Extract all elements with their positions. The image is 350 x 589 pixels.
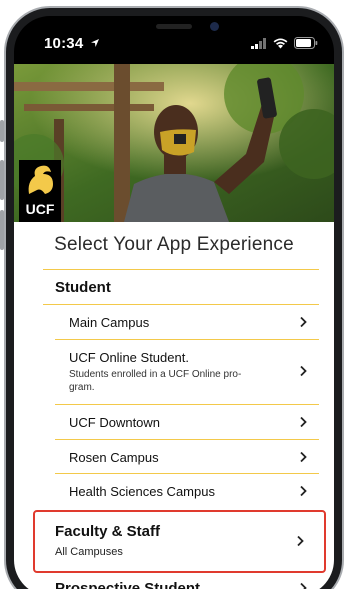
status-bar: 10:34 xyxy=(14,16,334,64)
chevron-right-icon xyxy=(300,416,307,428)
ucf-logo: UCF xyxy=(19,160,61,222)
chevron-right-icon xyxy=(300,365,307,377)
chevron-right-icon xyxy=(300,451,307,463)
faculty-staff-heading: Faculty & Staff xyxy=(55,523,161,540)
notch xyxy=(112,16,236,44)
list-item-ucf-downtown[interactable]: UCF Downtown xyxy=(55,405,319,440)
hero-image: UCF xyxy=(14,64,334,222)
chevron-right-icon xyxy=(300,582,307,589)
list-item-ucf-online[interactable]: UCF Online Student. Students enrolled in… xyxy=(55,340,319,405)
list-item-main-campus[interactable]: Main Campus xyxy=(55,305,319,340)
chevron-right-icon xyxy=(297,535,304,547)
pegasus-icon xyxy=(28,165,53,194)
experience-list: Student Main Campus UCF Online Student. … xyxy=(43,269,319,508)
faculty-staff-option[interactable]: Faculty & Staff All Campuses xyxy=(33,510,326,573)
chevron-right-icon xyxy=(300,316,307,328)
list-item-health-sciences-campus[interactable]: Health Sciences Campus xyxy=(55,474,319,508)
status-icons xyxy=(251,37,318,49)
prospective-student-option[interactable]: Prospective Student xyxy=(43,574,319,589)
speaker-grill xyxy=(156,24,192,29)
hero-photo xyxy=(14,64,334,222)
status-time: 10:34 xyxy=(44,35,100,52)
app-experience-panel: Select Your App Experience Student Main … xyxy=(14,222,334,589)
location-arrow-icon xyxy=(90,39,99,47)
list-item-label: UCF Downtown xyxy=(69,415,161,430)
wifi-icon xyxy=(273,38,288,48)
list-item-label: Health Sciences Campus xyxy=(69,484,215,499)
phone-screen: UCF 10:34 Select Your App Experience Stu… xyxy=(14,16,334,589)
ucf-logo-text: UCF xyxy=(25,201,55,217)
status-time-text: 10:34 xyxy=(44,35,84,52)
list-item-label: UCF Online Student. xyxy=(69,350,189,365)
chevron-right-icon xyxy=(300,485,307,497)
list-item-description: Students enrolled in a UCF Online pro-gr… xyxy=(69,369,242,393)
battery-icon xyxy=(294,37,318,49)
device-frame: UCF 10:34 Select Your App Experience Stu… xyxy=(0,0,350,589)
section-student: Student xyxy=(43,270,319,304)
list-item-label: Main Campus xyxy=(69,315,150,330)
front-camera xyxy=(210,22,219,31)
page-title: Select Your App Experience xyxy=(54,234,294,255)
list-item-rosen-campus[interactable]: Rosen Campus xyxy=(55,440,319,474)
section-student-heading: Student xyxy=(55,279,111,296)
list-item-label: Rosen Campus xyxy=(69,450,159,465)
faculty-staff-subtitle: All Campuses xyxy=(55,546,123,558)
prospective-student-heading: Prospective Student xyxy=(55,580,201,589)
signal-icon xyxy=(251,37,266,49)
